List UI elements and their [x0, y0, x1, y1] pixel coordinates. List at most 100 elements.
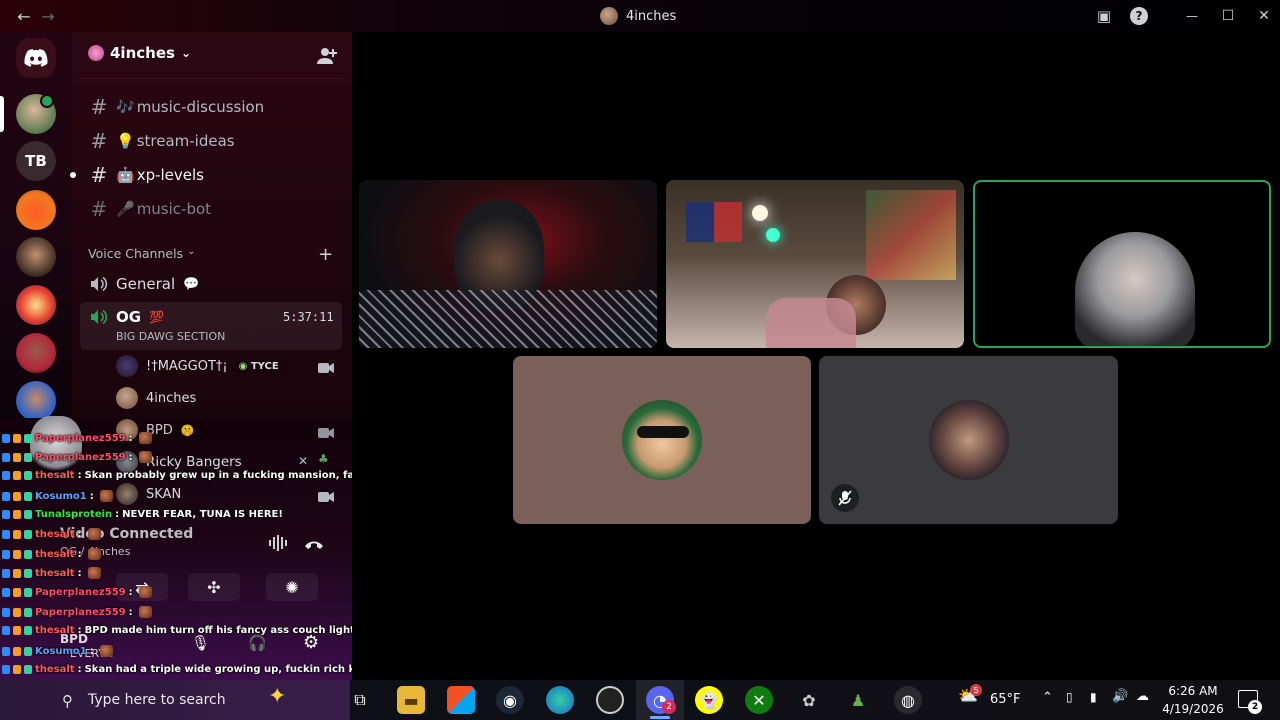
server-icon-cartoon[interactable] — [16, 285, 56, 325]
chat-username[interactable]: Paperplanez559 — [35, 607, 126, 618]
edge-icon[interactable] — [546, 686, 574, 714]
chat-username[interactable]: Paperplanez559 — [35, 433, 126, 444]
chat-username[interactable]: Kosumo1 — [35, 491, 87, 502]
server-name: 4inches — [110, 44, 175, 62]
snapchat-icon[interactable]: 👻 — [695, 686, 723, 714]
noise-suppression-icon[interactable] — [268, 534, 288, 552]
hash-icon: # — [90, 129, 108, 153]
chat-line: Paperplanez559 : — [2, 451, 152, 463]
audio-tile-skan[interactable] — [819, 356, 1118, 524]
task-view-icon[interactable]: ⧉ — [346, 686, 374, 714]
video-tile-room[interactable] — [666, 180, 964, 348]
channel-xp-levels[interactable]: # 🤖 xp-levels — [80, 159, 342, 191]
chat-separator: : — [128, 586, 133, 598]
wall-posters — [866, 190, 956, 280]
voice-channel-general[interactable]: General 💬 — [80, 270, 342, 298]
taskbar-search-input[interactable]: Type here to search — [88, 692, 226, 708]
activities-button[interactable]: ✣ — [188, 573, 240, 601]
audio-tile-bpd[interactable] — [513, 356, 811, 524]
voice-channels-header[interactable]: Voice Channels ⌄ — [88, 246, 195, 261]
chat-username[interactable]: thesalt — [35, 625, 75, 636]
file-explorer-icon[interactable]: ▬ — [397, 686, 425, 714]
chat-username[interactable]: Tunalsprotein — [35, 509, 112, 520]
chat-separator: : — [77, 567, 82, 579]
soundboard-button[interactable]: ✺ — [266, 573, 318, 601]
add-member-icon[interactable] — [316, 46, 338, 66]
video-tile-speaking[interactable] — [973, 180, 1271, 348]
bits-badge-icon — [13, 646, 21, 656]
steam-icon[interactable]: ◉ — [496, 686, 524, 714]
gift-badge-icon — [24, 587, 32, 597]
forward-icon[interactable]: → — [30, 0, 66, 32]
voice-user-name: SKAN — [146, 486, 182, 502]
chat-username[interactable]: Paperplanez559 — [35, 452, 126, 463]
recording-app-icon[interactable]: ◍ — [894, 686, 922, 714]
taskbar-date[interactable]: 4/19/2026 — [1160, 702, 1226, 716]
tray-overflow-icon[interactable]: ⌃ — [1042, 690, 1053, 705]
network-icon[interactable]: ☁ — [1136, 689, 1149, 704]
voice-channel-name: General — [116, 275, 176, 293]
chat-separator: : — [77, 625, 82, 636]
chat-username[interactable]: thesalt — [35, 664, 75, 675]
server-header[interactable]: 4inches ⌄ — [88, 44, 191, 62]
bits-badge-icon — [13, 471, 21, 480]
xbox-icon[interactable]: ✕ — [745, 686, 773, 714]
chat-line: thesalt : — [2, 567, 101, 579]
bits-badge-icon — [13, 665, 21, 674]
app-icon-3[interactable]: ♟ — [844, 686, 872, 714]
server-icon-blue[interactable] — [16, 381, 56, 421]
chat-username[interactable]: thesalt — [35, 549, 75, 560]
gift-badge-icon — [24, 568, 32, 578]
plant-icon: ♣ — [318, 452, 329, 466]
channel-music-discussion[interactable]: # 🎶 music-discussion — [80, 91, 342, 123]
emote-icon — [138, 451, 152, 463]
chat-separator: : — [89, 490, 94, 502]
chat-username[interactable]: thesalt — [35, 568, 75, 579]
microphone-icon[interactable]: 🎙 — [191, 634, 210, 652]
server-icon-bearded[interactable] — [16, 237, 56, 277]
activities-icon: ✣ — [207, 577, 221, 597]
active-app-indicator — [650, 716, 670, 719]
sparkle-icon: ✦ — [268, 684, 287, 709]
chat-username[interactable]: thesalt — [35, 470, 75, 481]
channel-stream-ideas[interactable]: # 💡 stream-ideas — [80, 125, 342, 157]
active-server-pill — [0, 96, 4, 132]
bits-badge-icon — [13, 568, 21, 578]
voice-user-maggot[interactable]: !†MAGGOT†¡ ◉ TYCE — [116, 352, 282, 380]
volume-icon[interactable]: 🔊 — [1112, 689, 1128, 704]
server-icon-tb[interactable]: TB — [16, 141, 56, 181]
minimize-button[interactable]: — — [1174, 0, 1210, 32]
subscriber-badge-icon — [2, 491, 10, 501]
lamp-light — [752, 205, 768, 221]
voice-user-4inches[interactable]: 4inches — [116, 384, 196, 412]
tray-icon-1[interactable]: ▯ — [1066, 690, 1073, 704]
gift-badge-icon — [24, 433, 32, 443]
close-button[interactable]: ✕ — [1246, 0, 1280, 32]
chat-username[interactable]: Paperplanez559 — [35, 587, 126, 598]
video-tile-maggot[interactable] — [359, 180, 657, 348]
bits-badge-icon — [13, 587, 21, 597]
app-icon-2[interactable]: ✿ — [795, 686, 823, 714]
add-voice-channel-button[interactable]: + — [318, 244, 333, 265]
discord-home-icon[interactable] — [16, 38, 56, 78]
bits-badge-icon — [13, 452, 21, 462]
disconnect-icon[interactable] — [303, 536, 325, 550]
headphones-icon[interactable]: 🎧 — [248, 634, 267, 652]
maximize-button[interactable]: ☐ — [1210, 0, 1246, 32]
muted-mic-icon: ✕ — [298, 454, 309, 468]
usb-icon[interactable]: ▮ — [1090, 690, 1097, 704]
channel-music-bot[interactable]: # 🎤 music-bot — [80, 193, 342, 225]
server-icon-red[interactable] — [16, 333, 56, 373]
taskbar-time[interactable]: 6:26 AM — [1166, 684, 1220, 698]
chat-line: thesalt : — [2, 528, 101, 540]
chat-separator: : — [77, 528, 82, 540]
obs-icon[interactable] — [596, 686, 624, 714]
store-icon[interactable] — [447, 686, 475, 714]
chat-username[interactable]: thesalt — [35, 529, 75, 540]
chat-line: thesalt : — [2, 548, 101, 560]
help-icon[interactable]: ? — [1121, 0, 1157, 32]
server-icon-orange[interactable] — [16, 190, 56, 230]
voice-user-skan[interactable]: SKAN — [116, 480, 181, 508]
chat-username[interactable]: Kosumo1 — [35, 646, 87, 657]
inbox-icon[interactable]: ▣ — [1086, 0, 1122, 32]
